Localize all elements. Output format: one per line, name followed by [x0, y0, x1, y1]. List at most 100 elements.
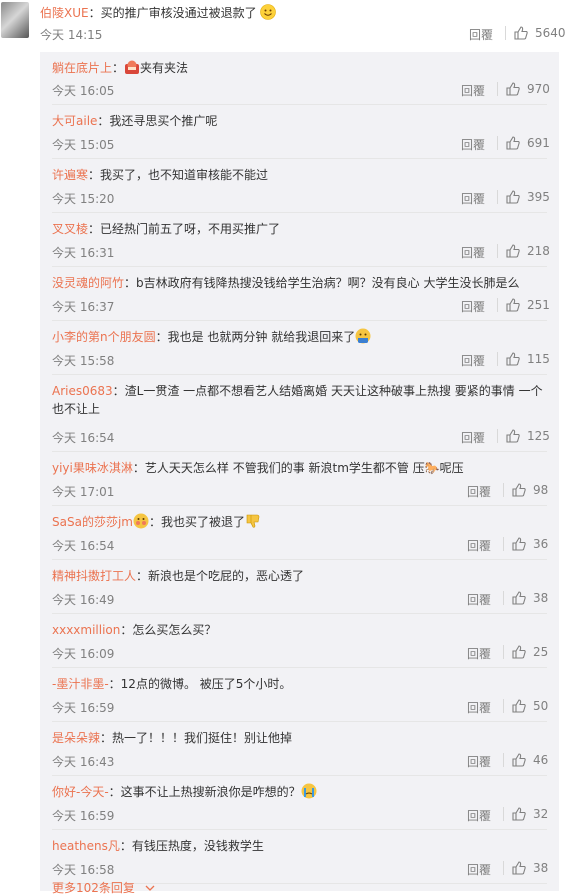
- reply-button[interactable]: 回覆: [461, 190, 485, 207]
- reply-body: ：怎么买怎么买？: [120, 623, 217, 637]
- like-count: 38: [533, 591, 549, 605]
- reply-meta: 今天 16:37 回覆 251: [52, 298, 550, 315]
- more-replies-link[interactable]: 更多102条回复: [52, 881, 155, 895]
- reply-meta: 今天 16:54 回覆 125: [52, 429, 550, 446]
- reply-username[interactable]: 许遍寒: [52, 168, 88, 182]
- divider: [503, 537, 504, 551]
- like-count: 38: [533, 861, 549, 875]
- thumbs-up-icon: [506, 190, 520, 204]
- reply-time: 今天 16:09: [52, 647, 115, 661]
- reply-username[interactable]: 是朵朵辣: [52, 731, 100, 745]
- like-button[interactable]: 251: [506, 298, 550, 312]
- divider: [503, 645, 504, 659]
- divider: [503, 861, 504, 875]
- reply-text: 你好-今天-：这事不让上热搜新浪你是咋想的？: [52, 783, 547, 801]
- like-button[interactable]: 970: [506, 82, 550, 96]
- reply-button[interactable]: 回覆: [467, 645, 491, 662]
- reply-button[interactable]: 回覆: [467, 807, 491, 824]
- like-count: 691: [527, 136, 550, 150]
- reply-username[interactable]: 大可aile: [52, 114, 97, 128]
- reply-time: 今天 16:54: [52, 431, 115, 445]
- like-count: 395: [527, 190, 550, 204]
- reply-text: Aries0683：渣L一贯渣 一点都不想看艺人结婚离婚 天天让这种破事上热搜 …: [52, 382, 547, 418]
- cheer-emoji-icon: [133, 513, 149, 529]
- like-button[interactable]: 38: [512, 861, 548, 875]
- reply-username[interactable]: -墨汁非墨-: [52, 677, 109, 691]
- reply-meta: 今天 16:59 回覆 32: [52, 807, 548, 824]
- reply-username[interactable]: yiyi果味冰淇淋: [52, 461, 133, 475]
- comment-meta: 今天 14:15 回覆 5640: [40, 26, 566, 44]
- reply-username[interactable]: 躺在底片上: [52, 61, 112, 75]
- like-button[interactable]: 32: [512, 807, 548, 821]
- reply-username[interactable]: SaSa的莎莎jm: [52, 515, 133, 529]
- reply-button[interactable]: 回覆: [467, 753, 491, 770]
- like-button[interactable]: 36: [512, 537, 548, 551]
- reply-username[interactable]: Aries0683: [52, 384, 113, 398]
- like-button[interactable]: 395: [506, 190, 550, 204]
- reply-button[interactable]: 回覆: [461, 136, 485, 153]
- list-item: 躺在底片上： 夹有夹法 今天 16:05 回覆 970: [52, 52, 550, 105]
- reply-body: ：这事不让上热搜新浪你是咋想的？: [108, 785, 301, 799]
- reply-button[interactable]: 回覆: [467, 699, 491, 716]
- reply-button[interactable]: 回覆: [461, 298, 485, 315]
- like-button[interactable]: 218: [506, 244, 550, 258]
- reply-button[interactable]: 回覆: [467, 483, 491, 500]
- reply-username[interactable]: xxxxmillion: [52, 623, 120, 637]
- reply-button[interactable]: 回覆: [467, 537, 491, 554]
- reply-username[interactable]: 小李的第n个朋友圆: [52, 330, 156, 344]
- reply-button[interactable]: 回覆: [461, 352, 485, 369]
- reply-username[interactable]: heathens凡: [52, 839, 120, 853]
- reply-time: 今天 16:58: [52, 863, 115, 877]
- sticker-emoji-icon: [125, 60, 140, 74]
- like-button[interactable]: 98: [512, 483, 548, 497]
- reply-time: 今天 16:05: [52, 84, 115, 98]
- like-button[interactable]: 38: [512, 591, 548, 605]
- comment-time: 今天 14:15: [40, 28, 103, 42]
- reply-text: -墨汁非墨-：12点的微博。 被压了5个小时。: [52, 675, 547, 693]
- divider: [503, 699, 504, 713]
- reply-meta: 今天 16:49 回覆 38: [52, 591, 548, 608]
- comment-username[interactable]: 伯陵XUE: [40, 6, 89, 20]
- reply-username[interactable]: 叉叉棱: [52, 222, 88, 236]
- list-item: 精神抖擞打工人：新浪也是个吃屁的，恶心透了 今天 16:49 回覆 38: [52, 560, 548, 614]
- like-button[interactable]: 50: [512, 699, 548, 713]
- like-button[interactable]: 25: [512, 645, 548, 659]
- divider: [497, 298, 498, 312]
- divider: [503, 591, 504, 605]
- reply-username[interactable]: 精神抖擞打工人: [52, 569, 136, 583]
- reply-button[interactable]: 回覆: [467, 861, 491, 878]
- avatar[interactable]: [1, 2, 29, 38]
- list-item: 小李的第n个朋友圆：我也是 也就两分钟 就给我退回来了 今天 15:58 回覆 …: [52, 321, 550, 375]
- reply-text: 叉叉棱：已经热门前五了呀，不用买推广了: [52, 220, 547, 238]
- reply-button[interactable]: 回覆: [469, 26, 493, 43]
- crying-emoji-icon: [301, 783, 317, 799]
- reply-body: ：有钱压热度，没钱救学生: [119, 839, 264, 853]
- reply-time: 今天 16:54: [52, 539, 115, 553]
- thumbs-up-icon: [512, 699, 526, 713]
- reply-button[interactable]: 回覆: [461, 429, 485, 446]
- reply-username[interactable]: 没灵魂的阿竹: [52, 276, 124, 290]
- list-item: SaSa的莎莎jm ：我也买了被退了 今天 16:54 回覆 36: [52, 506, 548, 560]
- comment-body: ：买的推广审核没通过被退款了: [88, 6, 257, 20]
- like-count: 36: [533, 537, 549, 551]
- reply-button[interactable]: 回覆: [461, 82, 485, 99]
- list-item: 你好-今天-：这事不让上热搜新浪你是咋想的？ 今天 16:59 回覆 32: [52, 776, 548, 830]
- like-button[interactable]: 46: [512, 753, 548, 767]
- like-count: 125: [527, 429, 550, 443]
- reply-time: 今天 15:05: [52, 138, 115, 152]
- reply-button[interactable]: 回覆: [461, 244, 485, 261]
- like-button[interactable]: 691: [506, 136, 550, 150]
- reply-meta: 今天 16:59 回覆 50: [52, 699, 548, 716]
- list-item: xxxxmillion：怎么买怎么买？ 今天 16:09 回覆 25: [52, 614, 548, 668]
- like-button[interactable]: 5640: [514, 26, 566, 40]
- reply-button[interactable]: 回覆: [467, 591, 491, 608]
- reply-time: 今天 17:01: [52, 485, 115, 499]
- thumbs-up-icon: [506, 429, 520, 443]
- divider: [503, 807, 504, 821]
- like-button[interactable]: 115: [506, 352, 550, 366]
- reply-body: 夹有夹法: [140, 61, 189, 75]
- like-button[interactable]: 125: [506, 429, 550, 443]
- list-item: -墨汁非墨-：12点的微博。 被压了5个小时。 今天 16:59 回覆 50: [52, 668, 548, 722]
- reply-username[interactable]: 你好-今天-: [52, 785, 109, 799]
- like-count: 50: [533, 699, 549, 713]
